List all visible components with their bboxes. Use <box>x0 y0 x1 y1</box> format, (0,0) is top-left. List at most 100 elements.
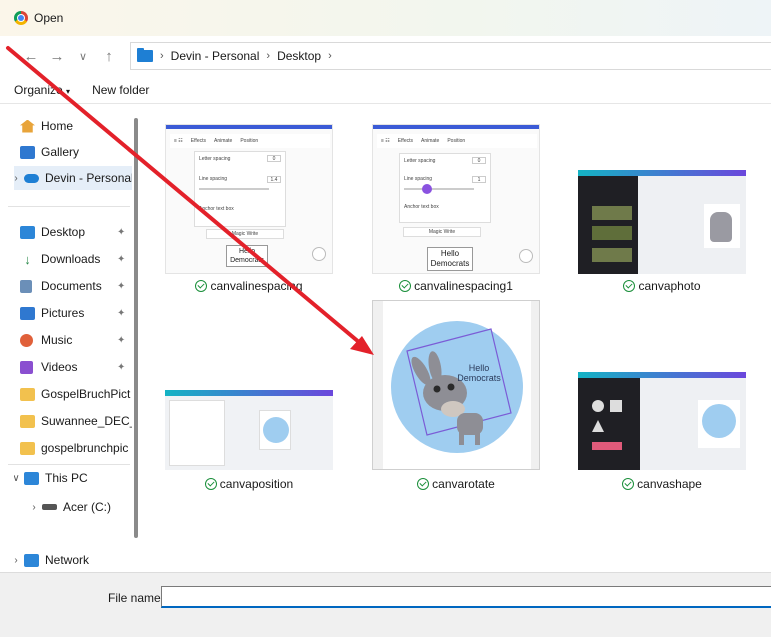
preview-democrats: Democrats <box>430 259 470 268</box>
sidebar-item-gospelbruchpict[interactable]: GospelBruchPict <box>20 382 132 406</box>
breadcrumb-chevron-icon[interactable]: › <box>266 50 270 62</box>
file-label-canvalinespacing[interactable]: canvalinespacing <box>165 278 333 294</box>
sidebar-scrollbar[interactable] <box>134 118 138 538</box>
file-name: canvalinespacing <box>210 279 303 293</box>
file-name-input[interactable] <box>161 586 771 608</box>
recent-chevron-icon[interactable]: ∨ <box>70 50 96 63</box>
donkey-leg <box>475 431 480 445</box>
sync-check-icon <box>399 280 412 292</box>
file-label-canvashape[interactable]: canvashape <box>578 476 746 492</box>
preview-textbox: Hello Democrats <box>427 247 473 271</box>
pin-icon[interactable]: ✦ <box>117 227 125 238</box>
network-icon <box>24 553 39 567</box>
pin-icon[interactable]: ✦ <box>117 281 125 292</box>
preview-hello: Hello <box>239 248 255 255</box>
sidebar-item-label: Videos <box>41 360 78 374</box>
file-name-label: File name: <box>108 591 165 605</box>
pin-icon[interactable]: ✦ <box>117 335 125 346</box>
sidebar-item-label: Acer (C:) <box>63 500 111 514</box>
preview-position: Position <box>240 138 259 144</box>
sync-check-icon <box>623 280 636 292</box>
expand-chevron-icon[interactable]: › <box>26 502 42 513</box>
pc-icon <box>24 471 39 485</box>
address-bar[interactable]: › Devin - Personal › Desktop › <box>130 42 771 70</box>
new-folder-button[interactable]: New folder <box>92 83 149 97</box>
pin-icon[interactable]: ✦ <box>117 308 125 319</box>
pin-icon[interactable]: ✦ <box>117 362 125 373</box>
sidebar-item-pictures[interactable]: Pictures ✦ <box>20 301 152 325</box>
thumbnail-canvaposition[interactable] <box>165 390 333 470</box>
sidebar-item-desktop[interactable]: Desktop ✦ <box>20 220 152 244</box>
sidebar-item-acer-c[interactable]: › Acer (C:) <box>26 495 158 519</box>
folder-icon <box>20 441 35 455</box>
sidebar-divider <box>8 206 130 207</box>
file-label-canvaphoto[interactable]: canvaphoto <box>578 278 746 294</box>
breadcrumb-chevron-icon[interactable]: › <box>160 50 164 62</box>
up-arrow-icon[interactable]: ↑ <box>96 48 122 65</box>
file-name: canvaposition <box>219 477 294 491</box>
preview-value: 0 <box>267 155 281 162</box>
expand-chevron-icon[interactable]: › <box>14 555 24 566</box>
sidebar-item-network[interactable]: › Network <box>14 548 146 572</box>
sidebar-item-music[interactable]: Music ✦ <box>20 328 152 352</box>
file-label-canvaposition[interactable]: canvaposition <box>165 476 333 492</box>
file-label-canvarotate[interactable]: canvarotate <box>372 476 540 492</box>
preview-magic-write-label: Magic Write <box>231 231 259 237</box>
preview-photo <box>592 248 632 262</box>
sidebar-item-documents[interactable]: Documents ✦ <box>20 274 152 298</box>
preview-slider-thumb <box>422 184 432 194</box>
breadcrumb-desktop[interactable]: Desktop <box>277 49 321 63</box>
file-label-canvalinespacing1[interactable]: canvalinespacing1 <box>372 278 540 294</box>
organize-menu[interactable]: Organize ▾ <box>14 83 70 97</box>
title-bar: Open <box>0 0 771 36</box>
preview-magic-write: Magic Write <box>206 229 284 239</box>
sidebar-item-gallery[interactable]: Gallery <box>20 140 152 164</box>
cloud-icon <box>24 173 39 183</box>
preview-democrats-text: Democrats <box>457 373 501 383</box>
sidebar-item-downloads[interactable]: ↓ Downloads ✦ <box>20 247 152 271</box>
sidebar-item-this-pc[interactable]: ∨ This PC <box>14 466 146 490</box>
sync-check-icon <box>204 478 217 490</box>
preview-canvas <box>259 410 291 450</box>
sync-check-icon <box>622 478 635 490</box>
sidebar-item-label: GospelBruchPict <box>41 387 131 401</box>
preview-side-panel <box>169 400 225 466</box>
forward-arrow-icon[interactable]: → <box>44 48 70 65</box>
preview-donkey <box>710 212 732 242</box>
videos-icon <box>20 360 33 374</box>
documents-icon <box>20 279 32 293</box>
preview-magic-write: Magic Write <box>403 227 481 237</box>
preview-anchor: Anchor text box <box>199 206 234 212</box>
sidebar-item-label: gospelbrunchpic <box>41 441 129 455</box>
sidebar-item-label: Pictures <box>41 306 85 320</box>
preview-circle <box>263 417 289 443</box>
thumbnail-canvashape[interactable] <box>578 372 746 470</box>
chrome-icon <box>14 11 28 25</box>
expand-chevron-icon[interactable]: › <box>14 173 24 184</box>
donkey-eye <box>447 383 455 391</box>
thumbnail-canvalinespacing[interactable]: ≡ ☷ Effects Animate Position Letter spac… <box>165 124 333 274</box>
sidebar-item-devin-personal[interactable]: › Devin - Personal <box>14 166 132 190</box>
sidebar-item-home[interactable]: Home <box>20 114 152 138</box>
thumbnail-canvaphoto[interactable] <box>578 170 746 274</box>
sidebar-divider <box>8 464 130 465</box>
preview-dark-panel <box>578 176 638 274</box>
preview-canvas <box>698 400 740 448</box>
breadcrumb-devin-personal[interactable]: Devin - Personal <box>171 49 260 63</box>
preview-position: Position <box>447 138 466 144</box>
pin-icon[interactable]: ✦ <box>117 254 125 265</box>
thumbnail-canvarotate[interactable]: Hello Democrats <box>372 300 540 470</box>
sidebar-item-label: Devin - Personal <box>45 171 132 185</box>
donkey-eye <box>433 385 441 393</box>
sidebar-item-gospelbrunchpic[interactable]: gospelbrunchpic <box>20 436 132 460</box>
back-arrow-icon[interactable]: ← <box>18 48 44 65</box>
thumbnail-canvalinespacing1[interactable]: ≡ ☷ Effects Animate Position Letter spac… <box>372 124 540 274</box>
collapse-chevron-icon[interactable]: ∨ <box>14 473 24 484</box>
sidebar-item-videos[interactable]: Videos ✦ <box>20 355 152 379</box>
rotated-donkey-graphic: Hello Democrats <box>391 321 523 453</box>
preview-photo <box>592 206 632 220</box>
sidebar-item-suwannee-dec[interactable]: Suwannee_DEC_ <box>20 409 132 433</box>
home-icon <box>20 119 35 133</box>
preview-shape-circle <box>592 400 604 412</box>
breadcrumb-chevron-icon[interactable]: › <box>328 50 332 62</box>
